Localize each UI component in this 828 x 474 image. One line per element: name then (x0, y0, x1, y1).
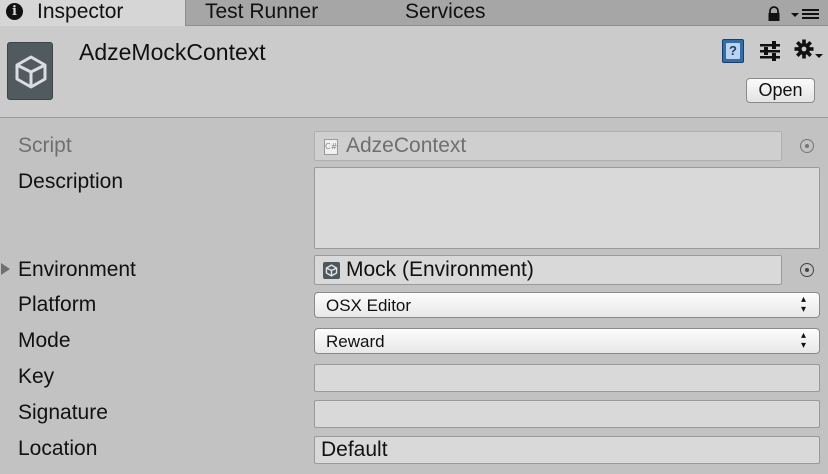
mode-value: Reward (326, 332, 385, 351)
script-row: Script C# AdzeContext (0, 131, 828, 161)
environment-object-field[interactable]: Mock (Environment) (314, 255, 782, 285)
location-label: Location (18, 437, 98, 460)
tab-inspector[interactable]: i Inspector (0, 0, 186, 26)
environment-value: Mock (Environment) (346, 258, 534, 281)
presets-icon[interactable] (758, 40, 782, 62)
script-picker-icon (800, 139, 814, 153)
dropdown-arrows-icon: ▴ ▾ (801, 294, 807, 315)
script-field: C# AdzeContext (314, 131, 782, 161)
script-label: Script (18, 134, 72, 157)
key-input[interactable] (314, 364, 820, 392)
help-book-icon[interactable]: ? (722, 39, 744, 63)
info-icon: i (6, 3, 23, 20)
menu-icon[interactable] (790, 7, 820, 21)
tab-inspector-label: Inspector (37, 0, 124, 23)
environment-row: Environment Mock (Environment) (0, 255, 828, 285)
asset-title: AdzeMockContext (79, 39, 266, 65)
platform-label: Platform (18, 293, 97, 316)
mode-label: Mode (18, 329, 71, 352)
unity-logo-icon (7, 42, 53, 100)
key-label: Key (18, 365, 55, 388)
location-row: Location Default (0, 435, 828, 465)
open-button[interactable]: Open (746, 78, 815, 103)
mode-row: Mode Reward ▴ ▾ (0, 327, 828, 355)
tab-test-runner-label: Test Runner (205, 0, 319, 23)
dropdown-arrows-icon: ▴ ▾ (801, 330, 807, 351)
environment-picker-icon[interactable] (800, 263, 814, 277)
properties-panel: Script C# AdzeContext Description Enviro… (0, 119, 828, 474)
unity-asset-icon (323, 262, 340, 279)
platform-row: Platform OSX Editor ▴ ▾ (0, 291, 828, 319)
description-label: Description (18, 170, 124, 193)
csharp-script-icon: C# (324, 139, 338, 155)
tab-test-runner[interactable]: Test Runner (205, 0, 365, 26)
signature-input[interactable] (314, 400, 820, 428)
mode-dropdown[interactable]: Reward ▴ ▾ (314, 328, 820, 354)
description-row: Description (0, 167, 828, 249)
tab-bar: i Inspector Test Runner Services (0, 0, 828, 26)
platform-value: OSX Editor (326, 296, 412, 315)
environment-label: Environment (18, 258, 136, 281)
location-input[interactable]: Default (314, 436, 820, 464)
lock-icon[interactable] (766, 6, 782, 22)
gear-icon[interactable] (794, 38, 824, 62)
script-value: AdzeContext (346, 134, 467, 157)
key-row: Key (0, 363, 828, 393)
inspector-header: AdzeMockContext ? Open (0, 26, 828, 118)
foldout-arrow-icon[interactable] (1, 263, 10, 275)
location-value: Default (321, 438, 388, 461)
platform-dropdown[interactable]: OSX Editor ▴ ▾ (314, 292, 820, 318)
signature-label: Signature (18, 401, 108, 424)
description-textarea[interactable] (314, 167, 820, 249)
signature-row: Signature (0, 399, 828, 429)
tab-services[interactable]: Services (405, 0, 525, 26)
tab-services-label: Services (405, 0, 486, 23)
